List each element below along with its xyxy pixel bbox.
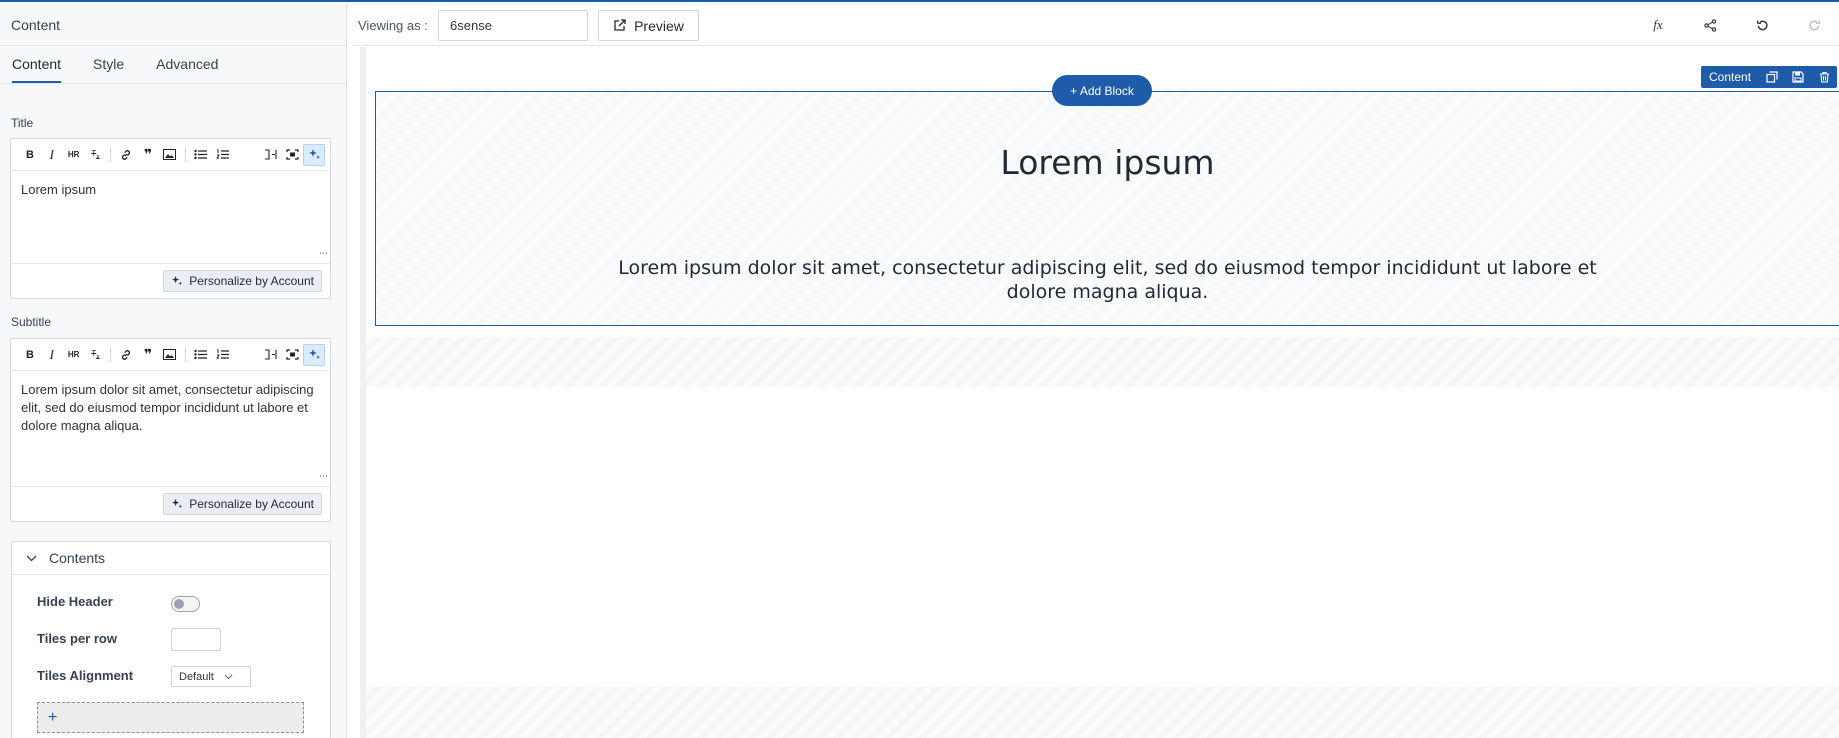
subtitle-field-label: Subtitle	[11, 315, 52, 329]
clear-format-icon[interactable]: Tx	[85, 344, 107, 366]
external-link-icon	[614, 19, 626, 31]
title-editor-text: Lorem ipsum	[21, 182, 97, 197]
link-icon[interactable]	[115, 344, 137, 366]
toolbar-divider	[184, 147, 186, 162]
bullet-list-icon[interactable]	[190, 144, 212, 166]
fullscreen-icon[interactable]	[281, 144, 303, 166]
link-icon[interactable]	[115, 144, 137, 166]
tab-content[interactable]: Content	[12, 46, 62, 83]
editor-canvas: Lorem ipsum Lorem ipsum dolor sit amet, …	[360, 47, 1839, 738]
duplicate-icon[interactable]	[1759, 66, 1785, 88]
add-block-button[interactable]: + Add Block	[1052, 75, 1152, 106]
ai-sparkle-icon[interactable]	[303, 343, 325, 366]
clear-format-icon[interactable]: Tx	[85, 144, 107, 166]
hr-icon[interactable]: HR	[63, 144, 85, 166]
subtitle-editor: B I HR Tx ❞ Lorem ipsum dolor sit amet, …	[10, 338, 331, 522]
bold-icon[interactable]: B	[19, 344, 41, 366]
block-title[interactable]: Lorem ipsum	[376, 143, 1839, 182]
quote-icon[interactable]: ❞	[137, 344, 159, 366]
personalize-subtitle-label: Personalize by Account	[189, 497, 314, 511]
italic-icon[interactable]: I	[41, 144, 63, 166]
chevron-down-icon	[224, 674, 233, 679]
quote-icon[interactable]: ❞	[137, 144, 159, 166]
chevron-down-icon	[26, 555, 37, 561]
subtitle-editor-footer: Personalize by Account	[11, 486, 330, 521]
tiles-per-row-label: Tiles per row	[37, 631, 117, 646]
title-editor: B I HR Tx ❞ Lorem ipsum ⋯ Personalize by…	[10, 138, 331, 299]
numbered-list-icon[interactable]	[212, 344, 234, 366]
sparkle-icon	[172, 275, 183, 286]
subtitle-editor-text: Lorem ipsum dolor sit amet, consectetur …	[21, 382, 314, 433]
panel-tabs: Content Style Advanced	[0, 46, 346, 84]
personalize-title-label: Personalize by Account	[189, 274, 314, 288]
save-icon[interactable]	[1785, 66, 1811, 88]
block-toolbar-label: Content	[1709, 70, 1752, 84]
contents-accordion: Contents Hide Header Tiles per row Tiles…	[11, 541, 331, 738]
personalize-subtitle-button[interactable]: Personalize by Account	[163, 493, 322, 515]
title-editor-footer: Personalize by Account	[11, 263, 330, 298]
image-icon[interactable]	[159, 344, 181, 366]
subtitle-editor-body[interactable]: Lorem ipsum dolor sit amet, consectetur …	[11, 371, 330, 486]
resize-handle[interactable]: ⋯	[319, 244, 328, 262]
content-block[interactable]: Lorem ipsum Lorem ipsum dolor sit amet, …	[375, 91, 1839, 326]
hide-header-label: Hide Header	[37, 594, 113, 609]
sparkle-icon	[172, 498, 183, 509]
viewing-as-label: Viewing as :	[358, 18, 428, 33]
tab-advanced[interactable]: Advanced	[156, 46, 218, 83]
ai-sparkle-icon[interactable]	[303, 143, 325, 166]
add-block-label: + Add Block	[1070, 83, 1134, 98]
toggle-knob	[174, 599, 184, 609]
fullwidth-icon[interactable]	[259, 144, 281, 166]
title-editor-toolbar: B I HR Tx ❞	[11, 139, 330, 171]
fx-icon[interactable]: fx	[1647, 14, 1669, 36]
bold-icon[interactable]: B	[19, 144, 41, 166]
app-root: Content Content Style Advanced Title B I…	[0, 0, 1839, 738]
viewing-as-input[interactable]: 6sense	[438, 10, 588, 41]
undo-icon[interactable]	[1751, 14, 1773, 36]
panel-title: Content	[0, 4, 346, 46]
toolbar-divider	[110, 347, 112, 362]
fullwidth-icon[interactable]	[259, 344, 281, 366]
toolbar-divider	[184, 347, 186, 362]
block-toolbar: Content	[1701, 66, 1838, 88]
share-icon[interactable]	[1699, 14, 1721, 36]
title-editor-body[interactable]: Lorem ipsum ⋯	[11, 171, 330, 263]
add-tile-label: +	[48, 708, 58, 726]
preview-button[interactable]: Preview	[598, 10, 699, 41]
preview-label: Preview	[634, 17, 684, 34]
redo-icon[interactable]	[1803, 14, 1825, 36]
canvas-background-band	[366, 687, 1839, 738]
subtitle-editor-toolbar: B I HR Tx ❞	[11, 339, 330, 371]
block-subtitle[interactable]: Lorem ipsum dolor sit amet, consectetur …	[606, 256, 1609, 304]
title-field-label: Title	[11, 116, 34, 130]
numbered-list-icon[interactable]	[212, 144, 234, 166]
tiles-alignment-label: Tiles Alignment	[37, 668, 134, 683]
content-panel: Content Content Style Advanced Title B I…	[0, 4, 347, 738]
tab-style[interactable]: Style	[93, 46, 124, 83]
top-bar: Viewing as : 6sense Preview fx	[352, 4, 1839, 46]
canvas-background-band	[366, 337, 1839, 387]
tiles-alignment-value: Default	[179, 670, 214, 683]
add-tile-button[interactable]: +	[37, 702, 304, 733]
fullscreen-icon[interactable]	[281, 344, 303, 366]
resize-handle[interactable]: ⋯	[319, 467, 328, 485]
italic-icon[interactable]: I	[41, 344, 63, 366]
hide-header-toggle[interactable]	[171, 596, 200, 612]
tiles-alignment-select[interactable]: Default	[171, 666, 251, 687]
contents-accordion-header[interactable]: Contents	[12, 542, 330, 575]
image-icon[interactable]	[159, 144, 181, 166]
tiles-per-row-input[interactable]	[171, 628, 221, 651]
trash-icon[interactable]	[1811, 66, 1837, 88]
personalize-title-button[interactable]: Personalize by Account	[163, 270, 322, 292]
bullet-list-icon[interactable]	[190, 344, 212, 366]
contents-accordion-title: Contents	[49, 550, 106, 566]
hr-icon[interactable]: HR	[63, 344, 85, 366]
toolbar-divider	[110, 147, 112, 162]
